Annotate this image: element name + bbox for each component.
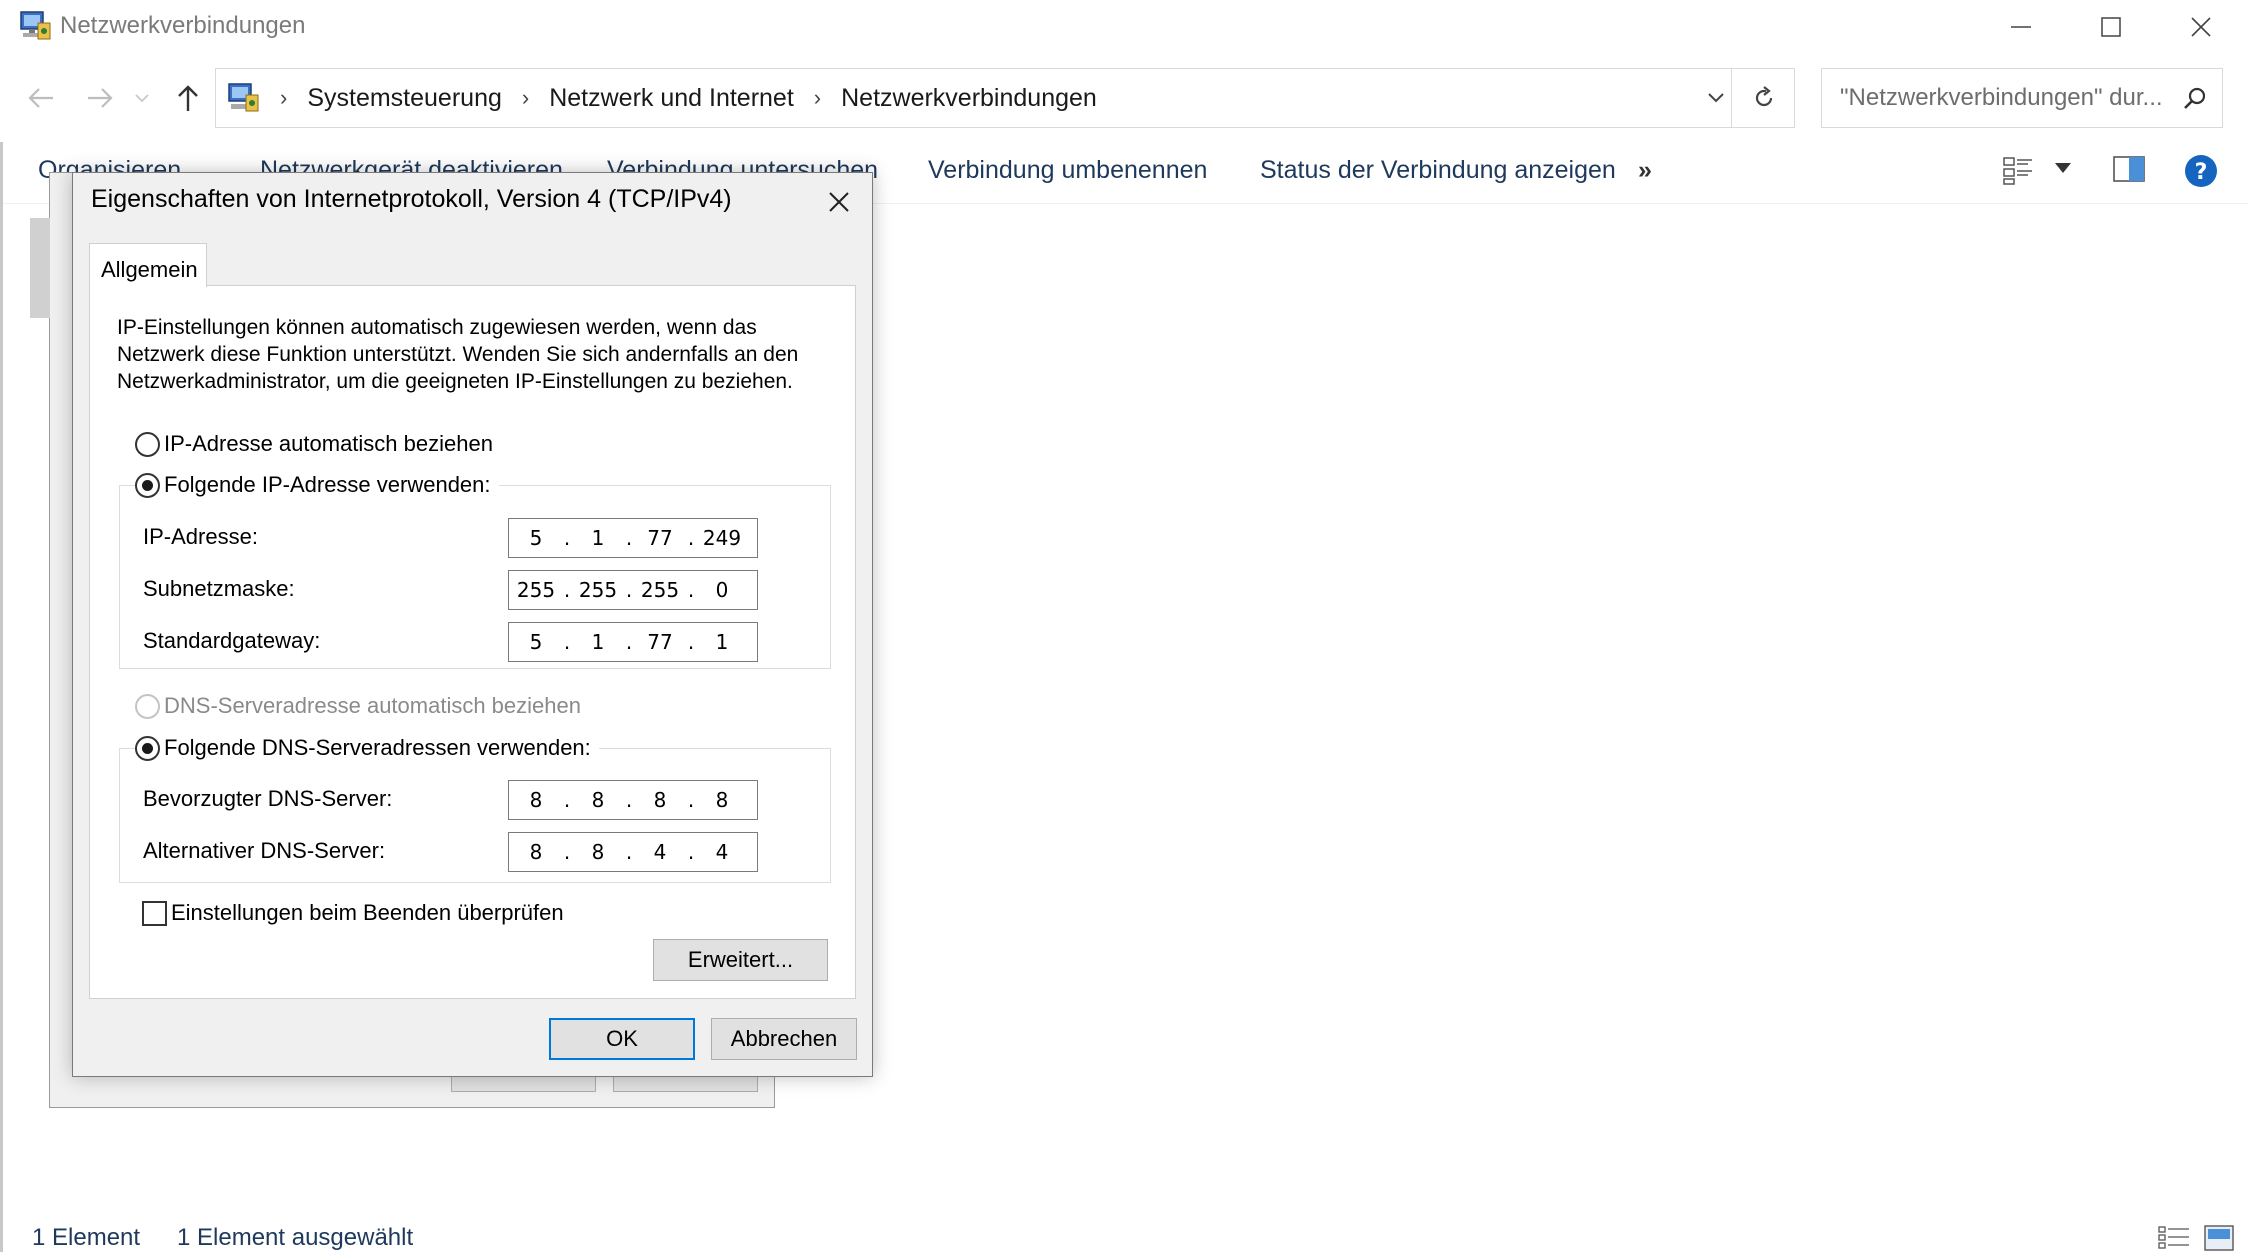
- control-panel-icon: [226, 81, 260, 115]
- general-tab-panel: IP-Einstellungen können automatisch zuge…: [89, 285, 856, 999]
- toolbar-more-button[interactable]: »: [1638, 156, 1652, 185]
- refresh-icon[interactable]: [1731, 69, 1796, 127]
- selection-count: 1 Element ausgewählt: [177, 1224, 414, 1251]
- breadcrumb: › Systemsteuerung › Netzwerk und Interne…: [266, 69, 1097, 127]
- dns-auto-label: DNS-Serveradresse automatisch beziehen: [164, 693, 581, 718]
- svg-text:?: ?: [2195, 160, 2208, 185]
- ip-octet: 77: [647, 526, 673, 550]
- ip-octet: 8: [715, 788, 729, 812]
- ok-button[interactable]: OK: [549, 1018, 695, 1060]
- default-gateway-label: Standardgateway:: [143, 628, 321, 653]
- ip-auto-radio[interactable]: IP-Adresse automatisch beziehen: [135, 431, 493, 457]
- dialog-title: Eigenschaften von Internetprotokoll, Ver…: [91, 185, 732, 213]
- view-options-chevron-icon[interactable]: [2054, 162, 2072, 174]
- tab-allgemein[interactable]: Allgemein: [89, 243, 207, 287]
- ip-octet: 8: [591, 840, 605, 864]
- large-icons-view-icon[interactable]: [2204, 1224, 2234, 1259]
- alternate-dns-field[interactable]: 8. 8. 4. 4: [508, 832, 758, 872]
- recent-locations-chevron-icon[interactable]: [129, 78, 155, 118]
- dialog-description: IP-Einstellungen können automatisch zuge…: [117, 316, 799, 393]
- breadcrumb-separator-icon: ›: [280, 85, 288, 110]
- details-view-icon[interactable]: [2158, 1224, 2190, 1259]
- breadcrumb-systemsteuerung[interactable]: Systemsteuerung: [307, 84, 502, 113]
- preview-pane-icon[interactable]: [2112, 154, 2146, 184]
- subnet-mask-field[interactable]: 255. 255. 255. 0: [508, 570, 758, 610]
- preferred-dns-label: Bevorzugter DNS-Server:: [143, 786, 393, 811]
- ip-octet: 1: [715, 630, 729, 654]
- ip-octet: 255: [640, 578, 680, 602]
- dns-manual-label: Folgende DNS-Serveradressen verwenden:: [164, 735, 591, 760]
- validate-settings-label: Einstellungen beim Beenden überprüfen: [171, 900, 564, 925]
- checkbox[interactable]: [142, 900, 167, 926]
- ip-octet: 0: [715, 578, 729, 602]
- status-bar: 1 Element 1 Element ausgewählt: [0, 1220, 2248, 1260]
- ip-octet: 8: [529, 840, 543, 864]
- address-bar[interactable]: › Systemsteuerung › Netzwerk und Interne…: [215, 68, 1795, 128]
- ip-octet: 8: [591, 788, 605, 812]
- radio-button[interactable]: [135, 431, 160, 457]
- close-window-button[interactable]: [2156, 0, 2246, 54]
- ip-octet: 4: [653, 840, 667, 864]
- ip-manual-label: Folgende IP-Adresse verwenden:: [164, 472, 491, 497]
- ip-octet: 4: [715, 840, 729, 864]
- search-icon[interactable]: [2182, 85, 2208, 116]
- ip-octet: 249: [702, 526, 742, 550]
- ip-octet: 77: [647, 630, 673, 654]
- radio-button[interactable]: [135, 472, 160, 498]
- ipv4-properties-dialog: Eigenschaften von Internetprotokoll, Ver…: [72, 172, 873, 1077]
- search-input[interactable]: "Netzwerkverbindungen" dur...: [1821, 68, 2223, 128]
- change-view-icon[interactable]: [2002, 154, 2034, 186]
- radio-button[interactable]: [135, 693, 160, 719]
- dns-auto-radio[interactable]: DNS-Serveradresse automatisch beziehen: [135, 693, 581, 719]
- maximize-button[interactable]: [2066, 0, 2156, 54]
- forward-arrow-icon[interactable]: [80, 78, 120, 118]
- ip-octet: 255: [578, 578, 618, 602]
- ip-address-label: IP-Adresse:: [143, 524, 258, 549]
- item-count: 1 Element: [32, 1224, 141, 1251]
- ip-octet: 8: [653, 788, 667, 812]
- ip-octet: 5: [529, 526, 543, 550]
- radio-button[interactable]: [135, 735, 160, 761]
- content-pane-edge: [0, 142, 3, 1252]
- advanced-button[interactable]: Erweitert...: [653, 939, 828, 981]
- back-arrow-icon[interactable]: [21, 78, 61, 118]
- network-connections-icon: [18, 10, 52, 42]
- minimize-button[interactable]: [1976, 0, 2066, 54]
- breadcrumb-separator-icon: ›: [813, 85, 822, 110]
- ip-manual-radio[interactable]: Folgende IP-Adresse verwenden:: [135, 472, 499, 498]
- ip-octet: 1: [591, 526, 605, 550]
- search-placeholder: "Netzwerkverbindungen" dur...: [1840, 84, 2163, 111]
- default-gateway-field[interactable]: 5. 1. 77. 1: [508, 622, 758, 662]
- breadcrumb-netzwerkverbindungen[interactable]: Netzwerkverbindungen: [841, 84, 1097, 113]
- ip-octet: 5: [529, 630, 543, 654]
- breadcrumb-separator-icon: ›: [521, 85, 530, 110]
- alternate-dns-label: Alternativer DNS-Server:: [143, 838, 386, 863]
- ip-address-field[interactable]: 5. 1. 77. 249: [508, 518, 758, 558]
- toolbar-rename-connection-button[interactable]: Verbindung umbenennen: [928, 156, 1207, 185]
- title-bar: Netzwerkverbindungen: [0, 0, 2248, 54]
- help-icon[interactable]: ?: [2184, 154, 2218, 188]
- ip-auto-label: IP-Adresse automatisch beziehen: [164, 431, 493, 456]
- breadcrumb-netzwerk-und-internet[interactable]: Netzwerk und Internet: [549, 84, 794, 113]
- dns-manual-radio[interactable]: Folgende DNS-Serveradressen verwenden:: [135, 735, 599, 761]
- preferred-dns-field[interactable]: 8. 8. 8. 8: [508, 780, 758, 820]
- window-title: Netzwerkverbindungen: [60, 12, 306, 39]
- dialog-close-icon[interactable]: [816, 179, 862, 225]
- selected-connection-item[interactable]: [30, 218, 50, 318]
- toolbar-show-status-button[interactable]: Status der Verbindung anzeigen: [1260, 156, 1616, 185]
- ip-octet: 255: [516, 578, 556, 602]
- subnet-mask-label: Subnetzmaske:: [143, 576, 295, 601]
- ip-octet: 1: [591, 630, 605, 654]
- cancel-button[interactable]: Abbrechen: [711, 1018, 857, 1060]
- up-arrow-icon[interactable]: [168, 78, 208, 118]
- ip-octet: 8: [529, 788, 543, 812]
- validate-settings-checkbox[interactable]: Einstellungen beim Beenden überprüfen: [142, 900, 564, 926]
